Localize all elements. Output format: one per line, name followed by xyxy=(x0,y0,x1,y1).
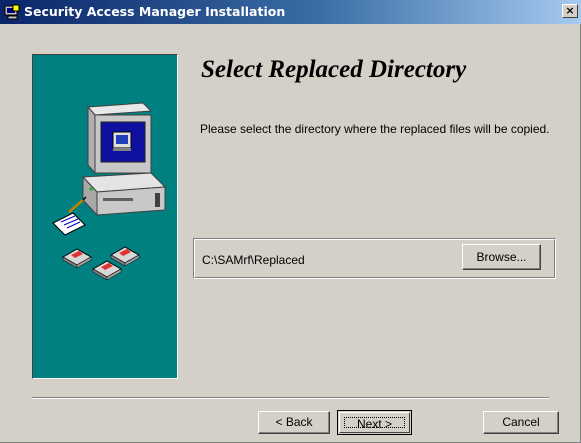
directory-path: C:\SAMrf\Replaced xyxy=(202,253,305,267)
page-title: Select Replaced Directory xyxy=(201,56,467,83)
browse-button[interactable]: Browse... xyxy=(462,244,541,270)
cancel-button-label: Cancel xyxy=(502,415,540,429)
installer-icon xyxy=(4,4,20,20)
next-button[interactable]: Next > xyxy=(337,410,412,435)
title-bar[interactable]: Security Access Manager Installation × xyxy=(0,0,581,24)
floppy-disk-icon xyxy=(109,246,141,267)
computer-icon xyxy=(81,102,167,217)
browse-button-label: Browse... xyxy=(476,250,527,264)
document-icon xyxy=(52,196,87,236)
close-button[interactable]: × xyxy=(562,4,578,18)
installer-window: Security Access Manager Installation × S… xyxy=(0,0,581,443)
instruction-text: Please select the directory where the re… xyxy=(200,122,550,136)
footer-separator xyxy=(32,397,549,399)
floppy-disk-icon xyxy=(61,248,93,269)
floppy-disk-icon xyxy=(91,260,123,281)
next-button-label: Next > xyxy=(344,417,405,431)
cancel-button[interactable]: Cancel xyxy=(483,411,559,434)
back-button-label: < Back xyxy=(275,415,313,429)
back-button[interactable]: < Back xyxy=(258,411,330,434)
computer-with-disks-illustration xyxy=(32,54,178,379)
next-button-face: Next > xyxy=(339,412,410,433)
window-title: Security Access Manager Installation xyxy=(24,4,286,19)
